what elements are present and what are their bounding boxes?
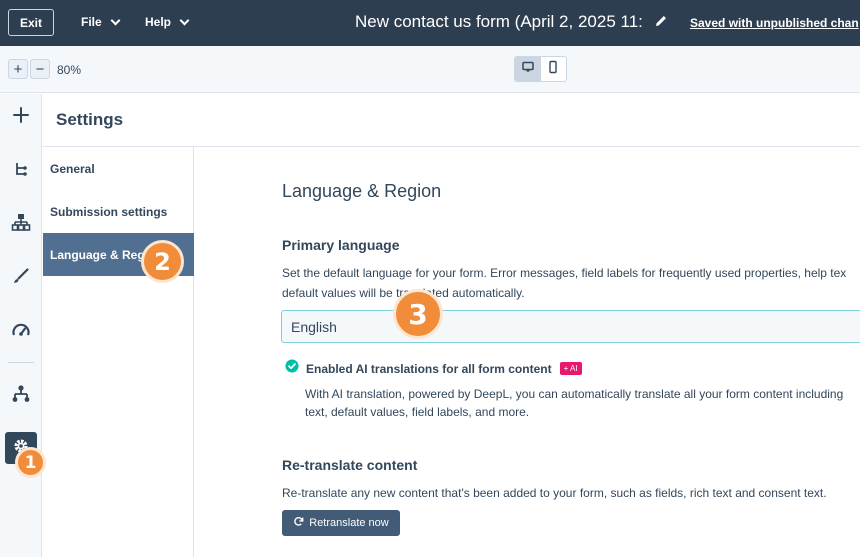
refresh-icon [293,516,304,530]
file-menu-label: File [81,15,102,29]
chevron-down-icon [110,15,121,25]
ai-translation-label: Enabled AI translations for all form con… [306,361,552,376]
exit-button[interactable]: Exit [8,9,54,36]
ai-translation-desc-2: text, default values, field labels, and … [305,405,530,419]
subnav-item-general[interactable]: General [43,147,194,190]
pencil-icon[interactable] [653,13,669,29]
zoom-level: 80% [57,63,82,77]
primary-language-help-1: Set the default language for your form. … [282,266,847,280]
desktop-icon [521,60,535,79]
gauge-icon[interactable] [9,318,33,342]
device-toggle [514,56,567,82]
workflow-icon[interactable] [9,382,33,406]
saved-status-link[interactable]: Saved with unpublished chan [690,16,859,30]
settings-subnav: General Submission settings Language & R… [43,147,194,557]
step-marker-2: 2 [141,240,184,283]
tree-icon[interactable] [9,157,33,181]
chevron-down-icon [179,15,190,25]
ai-translation-status: Enabled AI translations for all form con… [285,359,582,378]
subnav-item-submission-settings[interactable]: Submission settings [43,190,194,233]
primary-language-value: English [291,318,337,335]
add-icon[interactable] [9,103,33,127]
check-circle-icon [285,359,299,378]
hierarchy-icon[interactable] [9,210,33,234]
step-marker-3: 3 [393,289,443,339]
top-bar: Exit File Help New contact us form (Apri… [0,0,860,46]
retranslate-now-button[interactable]: Retranslate now [282,510,400,536]
retranslate-button-label: Retranslate now [309,517,389,529]
ai-translation-desc-1: With AI translation, powered by DeepL, y… [305,387,844,401]
settings-header: Settings [43,94,860,147]
retranslate-heading: Re-translate content [282,457,418,473]
rail-divider [8,362,34,363]
primary-language-help-2: default values will be translated automa… [282,286,525,300]
mobile-icon [546,60,560,79]
zoom-bar: + − 80% [0,46,860,93]
file-menu[interactable]: File [81,15,121,29]
mobile-view-button[interactable] [541,57,566,81]
desktop-view-button[interactable] [515,57,541,81]
primary-language-heading: Primary language [282,237,400,253]
left-icon-rail [0,94,42,557]
page-title: Language & Region [282,181,442,201]
zoom-in-button[interactable]: + [8,59,28,79]
brush-icon[interactable] [9,264,33,288]
help-menu[interactable]: Help [145,15,190,29]
language-region-content: Language & Region Primary language Set t… [195,148,860,557]
zoom-out-button[interactable]: − [30,59,50,79]
primary-language-select[interactable]: English [281,310,860,343]
settings-title: Settings [56,110,124,129]
ai-badge: + AI [559,362,582,375]
retranslate-desc: Re-translate any new content that's been… [282,486,827,500]
step-marker-1: 1 [15,447,46,478]
form-title[interactable]: New contact us form (April 2, 2025 11: [355,12,647,32]
help-menu-label: Help [145,15,172,29]
